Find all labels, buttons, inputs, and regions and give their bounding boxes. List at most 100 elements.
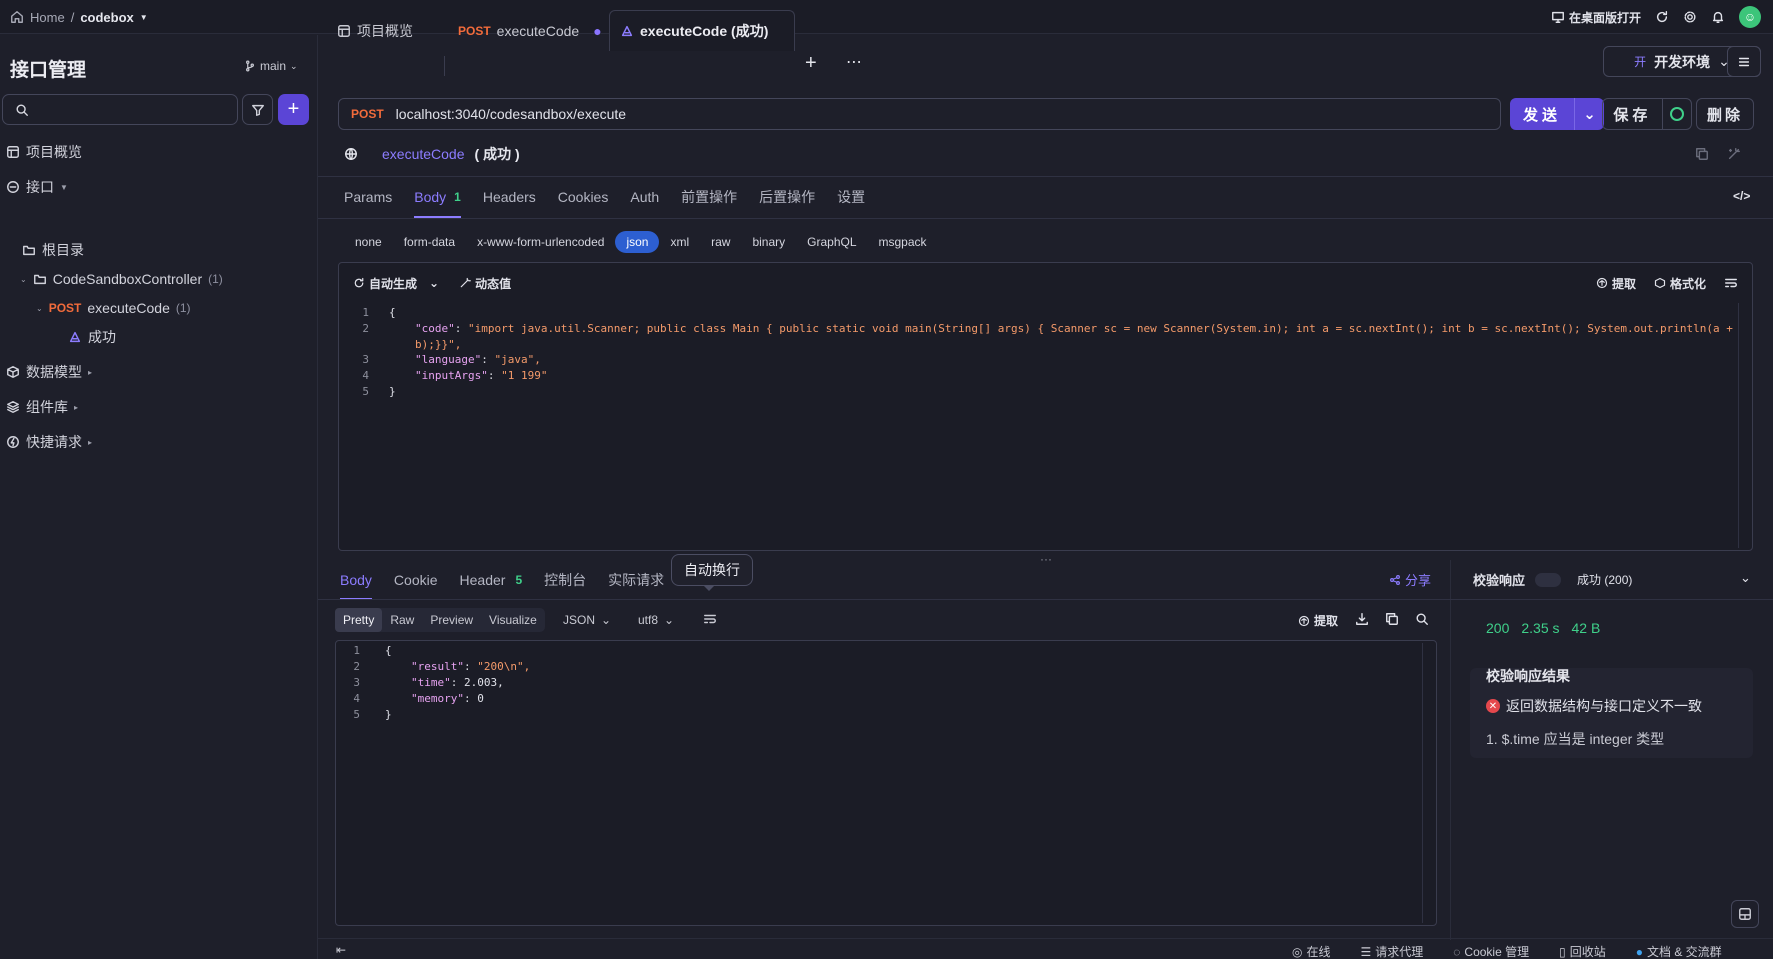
response-extract-button[interactable]: 提取: [1298, 612, 1338, 629]
format-raw[interactable]: Raw: [382, 608, 422, 632]
share-button[interactable]: 分享: [1389, 570, 1431, 589]
tab-post-executecode[interactable]: POST executeCode ●: [448, 10, 612, 51]
layout-icon: [1739, 908, 1751, 920]
copy-icon[interactable]: [1385, 612, 1399, 626]
tab-response-actual-request[interactable]: 实际请求: [608, 570, 664, 590]
dynamic-value-button[interactable]: 动态值: [459, 275, 511, 292]
tab-response-console[interactable]: 控制台: [544, 570, 586, 590]
resize-handle[interactable]: ···: [1040, 552, 1052, 566]
sidebar-item-overview[interactable]: 项目概览: [0, 139, 82, 165]
proxy-button[interactable]: ☰ 请求代理: [1361, 943, 1424, 959]
refresh-icon[interactable]: [1655, 10, 1669, 24]
tab-settings[interactable]: 设置: [837, 187, 865, 207]
url-input[interactable]: POST localhost:3040/codesandbox/execute: [338, 98, 1501, 130]
docs-button[interactable]: ● 文档 & 交流群: [1636, 943, 1722, 959]
tab-overview[interactable]: 项目概览: [327, 10, 423, 51]
validation-toggle[interactable]: [1535, 572, 1562, 587]
refresh-icon: [354, 277, 364, 288]
chevron-down-icon[interactable]: ▼: [140, 13, 148, 22]
download-icon[interactable]: [1355, 612, 1369, 626]
auto-generate-button[interactable]: 自动生成 ⌄: [353, 275, 439, 292]
scrollbar[interactable]: [1738, 303, 1744, 548]
recycle-button[interactable]: ▯ 回收站: [1559, 943, 1606, 959]
send-button[interactable]: 发送 ⌄: [1510, 98, 1604, 130]
sidebar-item-quick[interactable]: 快捷请求 ▸: [0, 429, 92, 455]
breadcrumb-project[interactable]: codebox: [80, 10, 133, 25]
response-body-viewer[interactable]: 1 2 3 4 5 { "result": "200\n", "time": 2…: [335, 640, 1437, 926]
branch-selector[interactable]: main ⌄: [244, 59, 298, 73]
tab-post-script[interactable]: 后置操作: [759, 187, 815, 207]
magic-icon[interactable]: [1727, 147, 1741, 161]
wrap-icon[interactable]: [1724, 276, 1738, 290]
sidebar-item-api[interactable]: 接口 ▼: [0, 174, 68, 200]
caret-down-icon[interactable]: ⌄: [36, 304, 43, 313]
add-button[interactable]: +: [278, 94, 309, 125]
tree-endpoint[interactable]: ⌄ POST executeCode (1): [0, 295, 191, 321]
open-desktop-button[interactable]: 在桌面版打开: [1551, 9, 1641, 26]
body-type-raw[interactable]: raw: [700, 231, 741, 253]
gear-icon[interactable]: [1683, 10, 1697, 24]
save-button[interactable]: 保存: [1602, 98, 1692, 130]
online-status[interactable]: ◎ 在线: [1292, 943, 1331, 959]
layout-toggle-button[interactable]: [1731, 900, 1759, 928]
body-type-none[interactable]: none: [344, 231, 393, 253]
more-icon[interactable]: ⋯: [846, 52, 863, 72]
tab-response-cookie[interactable]: Cookie: [394, 572, 438, 588]
collapse-sidebar-icon[interactable]: ⇤: [336, 943, 346, 957]
tab-body[interactable]: Body 1: [414, 176, 461, 218]
code-icon[interactable]: </>: [1733, 189, 1750, 203]
cookie-button[interactable]: ◌ Cookie 管理: [1453, 943, 1529, 959]
body-type-urlencoded[interactable]: x-www-form-urlencoded: [466, 231, 615, 253]
format-button[interactable]: 格式化: [1654, 275, 1706, 292]
search-icon[interactable]: [1415, 612, 1429, 626]
menu-button[interactable]: [1727, 46, 1761, 77]
caret-down-icon[interactable]: ⌄: [20, 275, 27, 284]
format-pretty[interactable]: Pretty: [335, 608, 383, 632]
tab-pre-script[interactable]: 前置操作: [681, 187, 737, 207]
body-type-binary[interactable]: binary: [741, 231, 796, 253]
wrap-icon[interactable]: [703, 612, 717, 626]
tab-response-header[interactable]: Header 5: [460, 572, 523, 588]
tree-root[interactable]: 根目录: [0, 237, 84, 263]
validation-status-select[interactable]: 成功 (200): [1577, 571, 1632, 588]
extract-label: 提取: [1611, 276, 1636, 291]
request-name-link[interactable]: executeCode: [382, 146, 465, 162]
request-body-editor[interactable]: 自动生成 ⌄ 动态值 提取 格式化 1 2 3 4 5 { "code": "i…: [338, 262, 1753, 551]
save-status-icon[interactable]: [1661, 99, 1691, 129]
json-key: "time": [411, 676, 451, 689]
body-type-form-data[interactable]: form-data: [393, 231, 466, 253]
body-type-xml[interactable]: xml: [659, 231, 700, 253]
tree-controller[interactable]: ⌄ CodeSandboxController (1): [0, 266, 223, 292]
tab-response-body[interactable]: Body: [340, 560, 372, 600]
avatar[interactable]: ☺: [1739, 6, 1761, 28]
tab-params[interactable]: Params: [344, 189, 392, 205]
sidebar-item-components[interactable]: 组件库 ▸: [0, 394, 78, 420]
copy-icon[interactable]: [1695, 147, 1709, 161]
format-visualize[interactable]: Visualize: [481, 608, 545, 632]
chevron-down-icon[interactable]: ⌄: [1740, 570, 1751, 586]
encoding-select[interactable]: utf8 ⌄: [638, 613, 674, 627]
recycle-label: 回收站: [1569, 945, 1606, 959]
scrollbar[interactable]: [1422, 643, 1428, 923]
body-type-json[interactable]: json: [615, 231, 660, 253]
delete-button[interactable]: 删除: [1696, 98, 1754, 130]
method-select[interactable]: POST: [351, 107, 384, 121]
new-tab-button[interactable]: +: [805, 52, 817, 75]
tree-case[interactable]: 成功: [0, 324, 116, 350]
tab-auth[interactable]: Auth: [630, 189, 659, 205]
breadcrumb-home[interactable]: Home: [30, 10, 65, 25]
bell-icon[interactable]: [1711, 10, 1725, 24]
home-icon[interactable]: [10, 10, 24, 24]
tab-executecode-success[interactable]: executeCode (成功): [609, 10, 795, 51]
sidebar-item-models[interactable]: 数据模型 ▸: [0, 359, 92, 385]
tab-headers[interactable]: Headers: [483, 189, 536, 205]
send-dropdown-button[interactable]: ⌄: [1574, 98, 1604, 130]
language-select[interactable]: JSON ⌄: [563, 613, 611, 627]
filter-button[interactable]: [242, 94, 273, 125]
extract-button[interactable]: 提取: [1596, 275, 1636, 292]
body-type-msgpack[interactable]: msgpack: [868, 231, 938, 253]
sidebar-search-input[interactable]: [2, 94, 238, 125]
tab-cookies[interactable]: Cookies: [558, 189, 609, 205]
body-type-graphql[interactable]: GraphQL: [796, 231, 867, 253]
format-preview[interactable]: Preview: [422, 608, 481, 632]
